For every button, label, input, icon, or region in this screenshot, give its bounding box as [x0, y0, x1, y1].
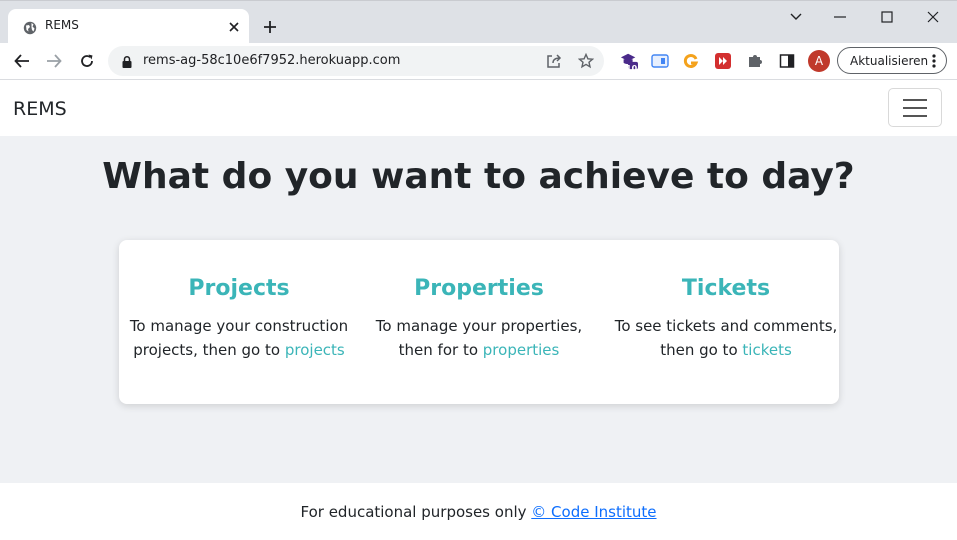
brand-logo-text[interactable]: REMS [13, 98, 67, 120]
media-extension-icon[interactable] [714, 52, 732, 70]
tickets-title: Tickets [681, 276, 771, 301]
new-tab-plus-icon[interactable] [260, 17, 280, 37]
lock-icon[interactable] [120, 54, 134, 68]
tickets-link[interactable]: tickets [742, 341, 791, 359]
close-tab-icon[interactable] [226, 19, 242, 35]
browser-toolbar: rems-ag-58c10e6f7952.herokuapp.com 10 A … [0, 43, 957, 80]
profile-avatar[interactable]: A [808, 50, 830, 72]
share-icon[interactable] [546, 53, 562, 69]
forward-arrow-icon[interactable] [44, 51, 64, 71]
projects-desc-line2: projects, then go to [133, 341, 281, 359]
window-close-icon[interactable] [922, 7, 944, 27]
minimize-icon[interactable] [829, 7, 851, 27]
tickets-column: Tickets To see tickets and comments, the… [606, 240, 846, 404]
page-headline: What do you want to achieve to day? [102, 156, 855, 197]
properties-desc-line2: then for to [398, 341, 478, 359]
site-footer: For educational purposes only © Code Ins… [0, 483, 957, 540]
properties-title: Properties [414, 276, 544, 301]
reload-icon[interactable] [77, 51, 97, 71]
footer-text: For educational purposes only [300, 503, 527, 521]
code-institute-link[interactable]: © Code Institute [531, 503, 656, 521]
browser-tab[interactable]: REMS [8, 9, 249, 44]
properties-description: To manage your properties, then for to p… [359, 314, 599, 362]
tickets-desc-line1: To see tickets and comments, [614, 317, 838, 335]
tickets-desc-line2: then go to [660, 341, 738, 359]
side-panel-icon[interactable] [778, 52, 796, 70]
main-content: What do you want to achieve to day? Proj… [0, 136, 957, 483]
puzzle-extensions-icon[interactable] [746, 52, 764, 70]
url-text: rems-ag-58c10e6f7952.herokuapp.com [143, 53, 401, 68]
projects-desc-line1: To manage your construction [129, 317, 349, 335]
tab-title: REMS [45, 18, 79, 32]
hamburger-menu-button[interactable] [888, 88, 942, 127]
extension-badge: 10 [626, 64, 638, 73]
hamburger-icon [903, 99, 927, 101]
projects-description: To manage your construction projects, th… [119, 314, 359, 362]
more-vertical-icon[interactable] [931, 53, 937, 69]
chevron-down-icon[interactable] [785, 7, 807, 27]
projects-column: Projects To manage your construction pro… [119, 240, 359, 404]
globe-icon [23, 20, 37, 35]
maximize-icon[interactable] [876, 7, 898, 27]
update-button[interactable]: Aktualisieren [837, 47, 947, 74]
browser-titlebar: REMS [0, 0, 957, 44]
update-button-label: Aktualisieren [850, 54, 929, 68]
back-arrow-icon[interactable] [12, 51, 32, 71]
projects-title: Projects [188, 276, 290, 301]
tickets-description: To see tickets and comments, then go to … [606, 314, 846, 362]
address-bar[interactable]: rems-ag-58c10e6f7952.herokuapp.com [108, 46, 604, 76]
site-navbar: REMS [0, 80, 957, 136]
page-extension-icon[interactable] [651, 52, 669, 70]
g-extension-icon[interactable] [682, 52, 700, 70]
options-card: Projects To manage your construction pro… [119, 240, 839, 404]
projects-link[interactable]: projects [285, 341, 345, 359]
bookmark-star-icon[interactable] [578, 53, 594, 69]
properties-link[interactable]: properties [483, 341, 560, 359]
properties-column: Properties To manage your properties, th… [359, 240, 599, 404]
properties-desc-line1: To manage your properties, [375, 317, 583, 335]
